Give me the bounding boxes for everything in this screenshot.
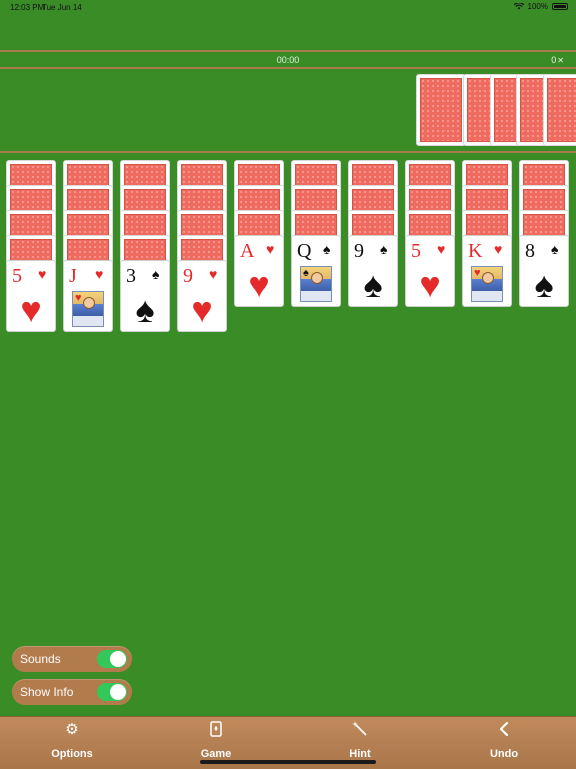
sounds-label: Sounds xyxy=(20,652,61,666)
face-up-card[interactable]: Q ♠ ♠ xyxy=(291,235,341,307)
tableau-divider xyxy=(0,151,576,153)
stock-card-back[interactable] xyxy=(543,74,576,146)
status-date: Tue Jun 14 xyxy=(42,3,82,12)
chevron-left-svg xyxy=(499,721,509,737)
face-up-card[interactable]: K ♥ ♥ xyxy=(462,235,512,307)
options-label: Options xyxy=(51,748,93,760)
card-back-pattern xyxy=(420,78,462,142)
status-time: 12:03 PM xyxy=(10,3,45,12)
options-button[interactable]: ⚙ Options xyxy=(27,721,117,760)
heart-icon: ♥ xyxy=(209,266,218,282)
magic-wand-svg xyxy=(352,721,367,736)
portrait-head xyxy=(83,297,95,309)
card-icon-svg xyxy=(210,721,222,737)
score-flag-icon: ✕ xyxy=(557,56,564,65)
card-rank: Q xyxy=(297,240,312,262)
court-card-portrait: ♥ xyxy=(471,266,503,302)
game-score: 0✕ xyxy=(551,55,564,65)
game-score-value: 0 xyxy=(551,55,557,65)
stock-card-back xyxy=(416,74,466,146)
card-rank: K xyxy=(468,240,483,262)
card-rank: 9 xyxy=(183,265,193,287)
game-button[interactable]: Game xyxy=(171,721,261,760)
card-rank: 9 xyxy=(354,240,364,262)
card-back-pattern xyxy=(547,78,576,142)
show-info-toggle[interactable]: Show Info xyxy=(12,679,132,705)
game-label: Game xyxy=(200,748,232,760)
spade-icon: ♠ xyxy=(152,266,160,282)
heart-icon: ♥ xyxy=(266,241,275,257)
heart-icon: ♥ xyxy=(75,292,82,304)
heart-icon: ♥ xyxy=(419,264,441,305)
spade-icon: ♠ xyxy=(303,267,309,279)
gears-icon: ⚙ xyxy=(65,721,79,738)
status-right: 100% xyxy=(513,2,568,11)
home-indicator xyxy=(200,760,376,764)
court-card-portrait: ♥ xyxy=(72,291,104,327)
face-up-card[interactable]: A ♥ ♥ xyxy=(234,235,284,307)
switch-knob xyxy=(110,651,126,667)
face-up-card[interactable]: 9 ♠ ♠ xyxy=(348,235,398,307)
sounds-switch[interactable] xyxy=(97,650,127,668)
battery-icon xyxy=(552,3,568,10)
spade-icon: ♠ xyxy=(380,241,388,257)
hint-button[interactable]: Hint xyxy=(315,721,405,760)
card-rank: 5 xyxy=(12,265,22,287)
switch-knob xyxy=(110,684,126,700)
spade-icon: ♠ xyxy=(135,289,155,330)
face-up-card[interactable]: 5 ♥ ♥ xyxy=(6,260,56,332)
heart-icon: ♥ xyxy=(248,264,270,305)
card-icon xyxy=(171,721,261,739)
card-rank: A xyxy=(240,240,255,262)
face-up-card[interactable]: J ♥ ♥ xyxy=(63,260,113,332)
card-rank: 5 xyxy=(411,240,421,262)
undo-label: Undo xyxy=(489,748,519,760)
heart-icon: ♥ xyxy=(20,289,42,330)
card-rank: 3 xyxy=(126,265,136,287)
face-up-card[interactable]: 3 ♠ ♠ xyxy=(120,260,170,332)
show-info-switch[interactable] xyxy=(97,683,127,701)
wifi-icon xyxy=(513,3,524,10)
heart-icon: ♥ xyxy=(191,289,213,330)
show-info-label: Show Info xyxy=(20,685,74,699)
spade-icon: ♠ xyxy=(323,241,331,257)
card-rank: J xyxy=(69,265,77,287)
card-rank: 8 xyxy=(525,240,535,262)
spade-icon: ♠ xyxy=(551,241,559,257)
spade-icon: ♠ xyxy=(363,264,383,305)
portrait-head xyxy=(311,272,323,284)
status-bar: 12:03 PM Tue Jun 14 100% xyxy=(0,0,576,14)
heart-icon: ♥ xyxy=(474,267,481,279)
heart-icon: ♥ xyxy=(38,266,47,282)
portrait-head xyxy=(482,272,494,284)
chevron-left-icon xyxy=(459,721,549,739)
game-timer: 00:00 xyxy=(276,55,300,65)
info-bar-top-line xyxy=(0,50,576,52)
hint-label: Hint xyxy=(349,748,371,760)
spade-icon: ♠ xyxy=(534,264,554,305)
face-up-card[interactable]: 9 ♥ ♥ xyxy=(177,260,227,332)
face-up-card[interactable]: 8 ♠ ♠ xyxy=(519,235,569,307)
heart-icon: ♥ xyxy=(494,241,503,257)
info-bar-bottom-line xyxy=(0,67,576,69)
face-up-card[interactable]: 5 ♥ ♥ xyxy=(405,235,455,307)
battery-percent: 100% xyxy=(527,2,548,11)
undo-button[interactable]: Undo xyxy=(459,721,549,760)
court-card-portrait: ♠ xyxy=(300,266,332,302)
heart-icon: ♥ xyxy=(437,241,446,257)
magic-wand-icon xyxy=(315,721,405,739)
sounds-toggle[interactable]: Sounds xyxy=(12,646,132,672)
heart-icon: ♥ xyxy=(95,266,104,282)
